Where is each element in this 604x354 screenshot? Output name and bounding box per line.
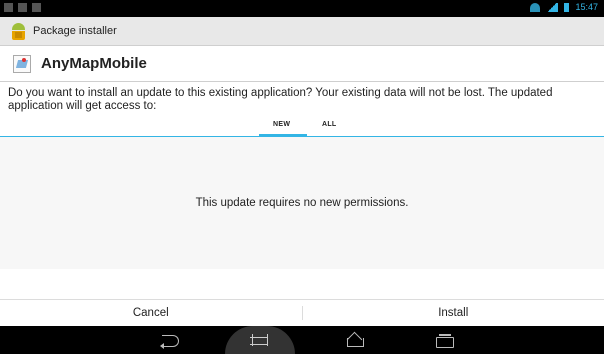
navigation-bar — [0, 326, 604, 354]
action-bar: Package installer — [0, 17, 604, 46]
permission-tabs: NEW ALL — [0, 117, 604, 137]
battery-icon — [564, 2, 570, 12]
button-bar: Cancel Install — [0, 299, 604, 326]
back-icon[interactable] — [160, 334, 182, 349]
tab-new[interactable]: NEW — [273, 121, 290, 128]
app-header: AnyMapMobile — [0, 46, 604, 82]
notification-icons — [4, 3, 41, 12]
status-time: 15:47 — [575, 2, 598, 12]
action-bar-title: Package installer — [33, 25, 117, 37]
fit-screen-icon[interactable] — [249, 334, 271, 347]
install-button[interactable]: Install — [303, 300, 604, 326]
install-message: Do you want to install an update to this… — [8, 87, 553, 112]
permissions-text: This update requires no new permissions. — [195, 197, 409, 209]
status-bar: 15:47 — [0, 0, 604, 17]
cancel-button[interactable]: Cancel — [0, 300, 302, 326]
tab-all[interactable]: ALL — [322, 121, 337, 128]
android-package-icon — [10, 22, 27, 41]
system-icons: 15:47 — [530, 2, 598, 12]
app-name: AnyMapMobile — [41, 55, 147, 72]
notification-icon — [18, 3, 27, 12]
map-app-icon — [13, 54, 31, 73]
permissions-area: This update requires no new permissions. — [0, 137, 604, 269]
recent-apps-icon[interactable] — [434, 334, 456, 348]
wifi-icon — [530, 2, 541, 12]
signal-icon — [546, 2, 559, 12]
selected-tab-indicator — [259, 134, 307, 137]
home-icon[interactable] — [344, 334, 366, 347]
notification-icon — [4, 3, 13, 12]
alert-icon — [32, 3, 41, 12]
package-installer-screen: Package installer AnyMapMobile Do you wa… — [0, 17, 604, 326]
